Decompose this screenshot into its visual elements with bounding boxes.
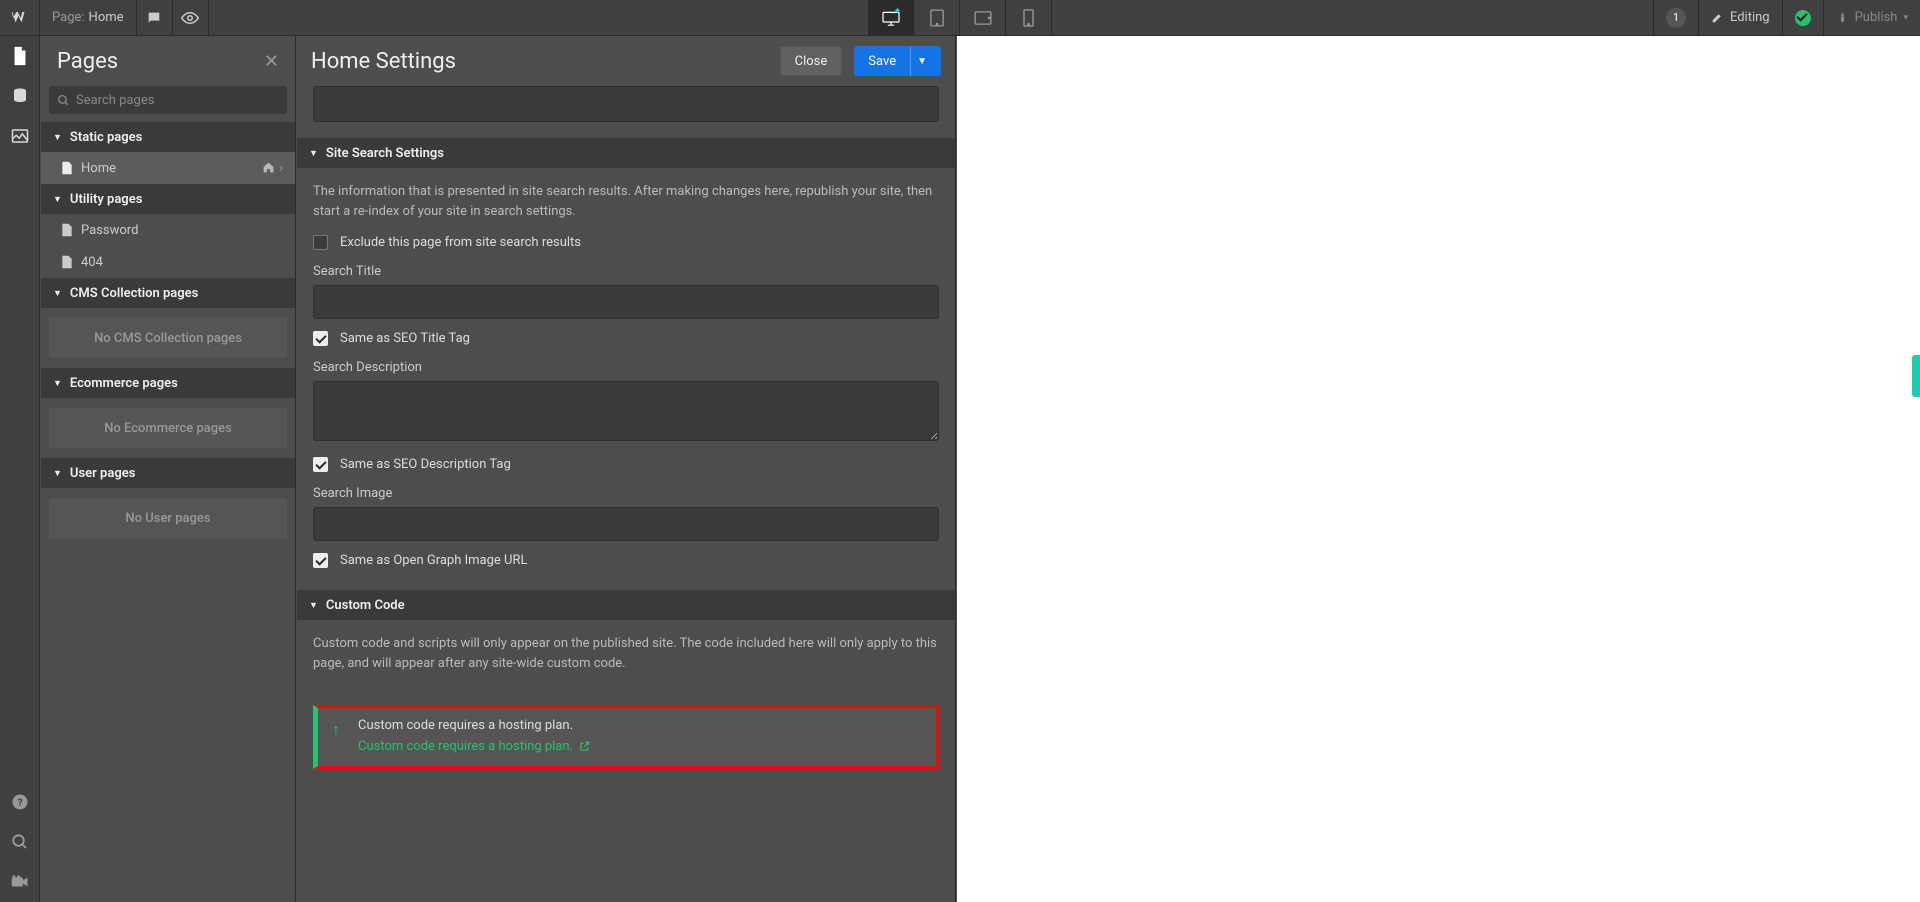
user-pages-header[interactable]: ▼User pages — [41, 458, 295, 488]
publish-button[interactable]: Publish ▾ — [1823, 0, 1920, 36]
custom-code-desc: Custom code and scripts will only appear… — [313, 634, 939, 673]
rail-pages-button[interactable] — [0, 36, 40, 76]
pages-panel-header: Pages ✕ — [41, 36, 295, 86]
rail-cms-button[interactable] — [0, 76, 40, 116]
site-search-section-header[interactable]: ▼Site Search Settings — [297, 138, 955, 168]
search-pages-input[interactable] — [76, 93, 279, 108]
same-image-checkbox[interactable] — [313, 553, 328, 568]
notification-badge: 1 — [1666, 8, 1686, 28]
cms-empty-state: No CMS Collection pages — [49, 318, 287, 358]
custom-code-section: Custom code and scripts will only appear… — [297, 620, 955, 695]
external-link-icon — [579, 741, 590, 752]
page-icon — [61, 161, 73, 175]
page-name: Home — [89, 10, 124, 25]
site-search-desc: The information that is presented in sit… — [313, 182, 939, 221]
right-panel-tab[interactable] — [1912, 355, 1920, 397]
page-icon — [61, 255, 73, 269]
rocket-icon — [1836, 11, 1849, 24]
device-landscape-button[interactable] — [960, 0, 1006, 36]
exclude-checkbox[interactable] — [313, 235, 328, 250]
rail-search-button[interactable] — [0, 822, 40, 862]
same-title-label: Same as SEO Title Tag — [340, 331, 470, 346]
device-mobile-button[interactable] — [1006, 0, 1052, 36]
close-button[interactable]: Close — [780, 46, 843, 76]
comments-button[interactable] — [137, 0, 173, 36]
search-pages-box[interactable] — [49, 86, 287, 114]
same-desc-label: Same as SEO Description Tag — [340, 457, 511, 472]
hosting-plan-notice: ↑ Custom code requires a hosting plan. C… — [313, 705, 939, 769]
search-title-label: Search Title — [313, 264, 939, 279]
site-search-section: The information that is presented in sit… — [297, 168, 955, 590]
database-icon — [11, 87, 29, 105]
page-indicator[interactable]: Page: Home — [40, 0, 137, 36]
svg-text:?: ? — [17, 796, 22, 809]
editing-mode-button[interactable]: Editing — [1698, 0, 1782, 36]
image-icon — [11, 128, 29, 144]
notice-upgrade-link[interactable]: Custom code requires a hosting plan. — [358, 739, 590, 754]
check-circle-icon — [1795, 10, 1811, 26]
same-image-label: Same as Open Graph Image URL — [340, 553, 527, 568]
device-desktop-button[interactable]: ✦ — [868, 0, 914, 36]
search-icon — [11, 833, 29, 851]
upgrade-arrow-icon: ↑ — [332, 720, 340, 740]
search-image-label: Search Image — [313, 486, 939, 501]
search-desc-label: Search Description — [313, 360, 939, 375]
search-desc-input[interactable] — [313, 381, 939, 441]
pencil-icon — [1711, 11, 1724, 24]
page-item-404[interactable]: 404 — [41, 246, 295, 278]
rail-assets-button[interactable] — [0, 116, 40, 156]
chevron-down-icon: ▼ — [917, 56, 927, 67]
webflow-logo[interactable] — [0, 0, 40, 36]
editing-label: Editing — [1730, 10, 1770, 25]
preview-button[interactable] — [173, 0, 209, 36]
page-item-password[interactable]: Password — [41, 214, 295, 246]
exclude-label: Exclude this page from site search resul… — [340, 235, 581, 250]
design-canvas[interactable] — [957, 36, 1920, 902]
settings-panel: Home Settings Close Save ▼ ▼Site Search … — [297, 36, 956, 902]
notifications-button[interactable]: 1 — [1653, 0, 1698, 36]
page-icon — [11, 46, 29, 66]
home-icon — [262, 161, 275, 174]
notice-line1: Custom code requires a hosting plan. — [358, 718, 922, 733]
left-rail: ? — [0, 36, 40, 902]
publish-label: Publish — [1855, 10, 1898, 25]
same-title-checkbox[interactable] — [313, 331, 328, 346]
chevron-right-icon: › — [279, 161, 283, 176]
video-icon — [11, 875, 29, 889]
pages-panel: Pages ✕ ▼Static pages Home › ▼Utility pa… — [41, 36, 296, 902]
prev-section-input[interactable] — [313, 86, 939, 122]
close-panel-button[interactable]: ✕ — [264, 51, 279, 72]
search-icon — [57, 94, 70, 107]
top-bar: Page: Home ✦ 1 Editing — [0, 0, 1920, 36]
top-bar-right: 1 Editing Publish ▾ — [1653, 0, 1920, 36]
ecommerce-empty-state: No Ecommerce pages — [49, 408, 287, 448]
help-icon: ? — [11, 793, 29, 811]
same-desc-checkbox[interactable] — [313, 457, 328, 472]
settings-header: Home Settings Close Save ▼ — [297, 36, 955, 86]
page-icon — [61, 223, 73, 237]
utility-pages-header[interactable]: ▼Utility pages — [41, 184, 295, 214]
settings-title: Home Settings — [311, 49, 456, 74]
page-item-home[interactable]: Home › — [41, 152, 295, 184]
search-image-input[interactable] — [313, 507, 939, 541]
device-switcher: ✦ — [868, 0, 1052, 36]
save-button[interactable]: Save ▼ — [854, 46, 941, 76]
status-indicator[interactable] — [1782, 0, 1823, 36]
search-title-input[interactable] — [313, 285, 939, 319]
cms-pages-header[interactable]: ▼CMS Collection pages — [41, 278, 295, 308]
user-empty-state: No User pages — [49, 498, 287, 538]
custom-code-section-header[interactable]: ▼Custom Code — [297, 590, 955, 620]
rail-help-button[interactable]: ? — [0, 782, 40, 822]
page-label: Page: — [52, 10, 85, 25]
static-pages-header[interactable]: ▼Static pages — [41, 122, 295, 152]
device-tablet-button[interactable] — [914, 0, 960, 36]
rail-video-button[interactable] — [0, 862, 40, 902]
top-bar-left: Page: Home — [0, 0, 209, 36]
pages-title: Pages — [57, 49, 118, 74]
ecommerce-pages-header[interactable]: ▼Ecommerce pages — [41, 368, 295, 398]
